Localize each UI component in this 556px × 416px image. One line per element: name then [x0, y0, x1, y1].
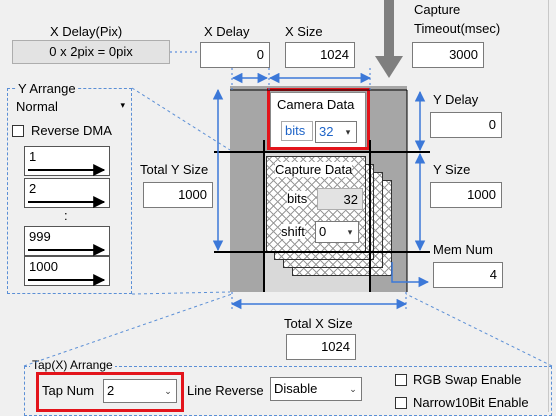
tap-arrange-connector-left — [23, 293, 233, 367]
capture-down-arrow — [375, 0, 403, 78]
frame-border — [230, 89, 408, 292]
frame-lines — [214, 140, 430, 292]
mem-num-arrow — [391, 262, 430, 288]
tap-arrange-connector-right — [405, 293, 553, 367]
y-arrange-connector-top — [131, 87, 231, 151]
diagram-overlay — [23, 0, 553, 367]
y-arrange-connector-bottom — [131, 291, 231, 295]
